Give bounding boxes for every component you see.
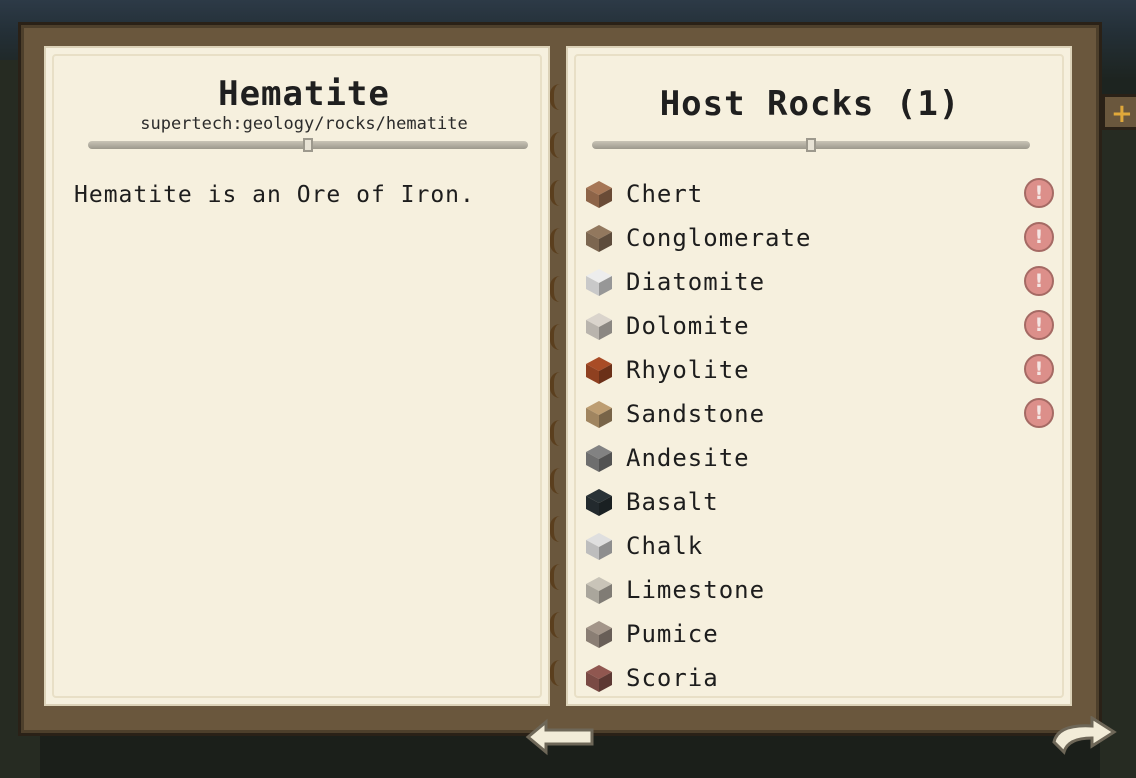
rock-label: Dolomite — [626, 312, 750, 340]
rock-label: Rhyolite — [626, 356, 750, 384]
rock-block-icon — [586, 181, 612, 208]
back-arrow-icon[interactable] — [524, 718, 596, 756]
rock-block-icon — [586, 401, 612, 428]
host-rocks-title: Host Rocks (1) — [659, 84, 961, 124]
exclamation-icon[interactable]: ! — [1024, 178, 1054, 208]
rock-block-icon — [586, 313, 612, 340]
rock-list-item[interactable]: Chalk — [584, 524, 1054, 568]
spine-stitch — [550, 660, 566, 686]
plus-icon: + — [1111, 99, 1133, 129]
rock-block-icon — [586, 533, 612, 560]
exclamation-icon[interactable]: ! — [1024, 310, 1054, 340]
spine-stitch — [550, 420, 566, 446]
spine-stitch — [550, 132, 566, 158]
rock-block-icon — [586, 621, 612, 648]
spine-stitch — [550, 372, 566, 398]
rock-block-icon — [586, 577, 612, 604]
rock-block-icon — [586, 269, 612, 296]
rock-label: Limestone — [626, 576, 766, 604]
title-divider — [592, 138, 1030, 152]
side-tab[interactable]: + — [1102, 94, 1136, 130]
rock-block-icon — [586, 357, 612, 384]
title-divider — [88, 138, 528, 152]
spine-stitch — [550, 612, 566, 638]
rock-list-item[interactable]: Pumice — [584, 612, 1054, 656]
rock-list-item[interactable]: Rhyolite! — [584, 348, 1054, 392]
spine-stitch — [550, 276, 566, 302]
spine-stitch — [550, 468, 566, 494]
exclamation-icon[interactable]: ! — [1024, 398, 1054, 428]
book-spine — [546, 74, 568, 706]
rock-list-item[interactable]: Chert! — [584, 172, 1054, 216]
rock-list-item[interactable]: Andesite — [584, 436, 1054, 480]
rock-list-item[interactable]: Dolomite! — [584, 304, 1054, 348]
rock-label: Diatomite — [626, 268, 766, 296]
rock-list-item[interactable]: Limestone — [584, 568, 1054, 612]
rock-label: Pumice — [626, 620, 719, 648]
rock-label: Chalk — [626, 532, 704, 560]
next-arrow-icon[interactable] — [1048, 716, 1120, 758]
spine-stitch — [550, 564, 566, 590]
rock-block-icon — [586, 489, 612, 516]
rock-label: Sandstone — [626, 400, 766, 428]
spine-stitch — [550, 228, 566, 254]
rock-label: Chert — [626, 180, 704, 208]
spine-stitch — [550, 324, 566, 350]
rock-list-item[interactable]: Diatomite! — [584, 260, 1054, 304]
description-text: Hematite is an Ore of Iron. — [74, 182, 475, 208]
rock-block-icon — [586, 225, 612, 252]
rock-label: Scoria — [626, 664, 719, 692]
rock-block-icon — [586, 445, 612, 472]
rock-label: Andesite — [626, 444, 750, 472]
exclamation-icon[interactable]: ! — [1024, 354, 1054, 384]
rock-list-item[interactable]: Sandstone! — [584, 392, 1054, 436]
resource-id: supertech:geology/rocks/hematite — [140, 114, 468, 134]
rock-label: Basalt — [626, 488, 719, 516]
rock-block-icon — [586, 665, 612, 692]
spine-stitch — [550, 516, 566, 542]
spine-stitch — [550, 180, 566, 206]
rock-label: Conglomerate — [626, 224, 812, 252]
page-title: Hematite — [218, 74, 390, 114]
rock-list-item[interactable]: Basalt — [584, 480, 1054, 524]
host-rocks-list: Chert! Conglomerate! Diatomite! Dolomite! Rh… — [584, 172, 1054, 700]
rock-list-item[interactable]: Scoria — [584, 656, 1054, 700]
background-block — [1100, 120, 1136, 778]
rock-list-item[interactable]: Conglomerate! — [584, 216, 1054, 260]
exclamation-icon[interactable]: ! — [1024, 266, 1054, 296]
exclamation-icon[interactable]: ! — [1024, 222, 1054, 252]
